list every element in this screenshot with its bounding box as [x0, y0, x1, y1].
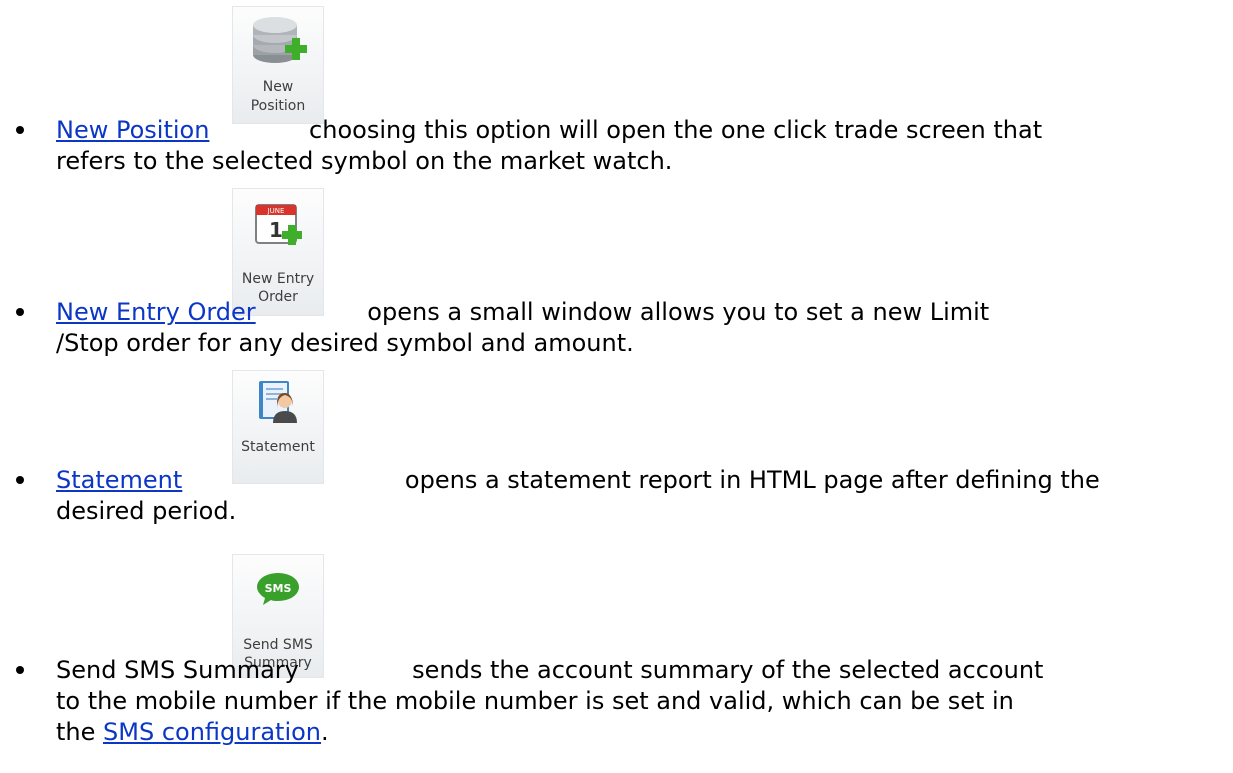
calendar-month: JUNE — [267, 207, 285, 215]
item-text: opens a statement report in HTML page af… — [397, 466, 1100, 494]
item-line-2: to the mobile number if the mobile numbe… — [56, 687, 1014, 715]
item-line: Send SMS Summary sends the account summa… — [56, 655, 1043, 685]
send-sms-summary-label: Send SMS Summary — [56, 656, 307, 684]
send-sms-button-line1: Send SMS — [243, 637, 313, 653]
calendar-add-icon: JUNE 1 — [254, 203, 302, 254]
sms-configuration-link[interactable]: SMS configuration — [103, 718, 321, 746]
new-position-button-line1: New — [262, 79, 294, 95]
bullet — [16, 666, 24, 674]
statement-link[interactable]: Statement — [56, 466, 182, 494]
sms-badge-text: SMS — [265, 582, 292, 595]
item-line: Statement opens a statement report in HT… — [56, 465, 1100, 495]
database-add-icon — [249, 15, 307, 76]
item-text: sends the account summary of the selecte… — [404, 656, 1044, 684]
new-entry-order-button-line1: New Entry — [241, 271, 315, 287]
item-line: New Position choosing this option will o… — [56, 115, 1042, 145]
item-text-suffix: . — [321, 718, 329, 746]
sms-bubble-icon: SMS — [255, 571, 301, 612]
bullet — [16, 308, 24, 316]
statement-button-line1: Statement — [241, 439, 315, 455]
item-line-2: refers to the selected symbol on the mar… — [56, 147, 673, 175]
item-text: opens a small window allows you to set a… — [359, 298, 990, 326]
new-position-ribbon-button[interactable]: New Position — [232, 6, 324, 124]
calendar-day: 1 — [269, 218, 283, 242]
item-text: choosing this option will open the one c… — [301, 116, 1043, 144]
new-position-button-line2: Position — [250, 98, 306, 114]
bullet — [16, 476, 24, 484]
bullet — [16, 126, 24, 134]
item-line-3: the SMS configuration. — [56, 717, 329, 747]
new-position-link[interactable]: New Position — [56, 116, 209, 144]
address-book-icon — [255, 379, 301, 428]
item-line: New Entry Order opens a small window all… — [56, 297, 989, 327]
item-text-prefix: the — [56, 718, 104, 746]
item-line-2: desired period. — [56, 497, 237, 525]
item-line-2: /Stop order for any desired symbol and a… — [56, 329, 634, 357]
new-entry-order-link[interactable]: New Entry Order — [56, 298, 256, 326]
